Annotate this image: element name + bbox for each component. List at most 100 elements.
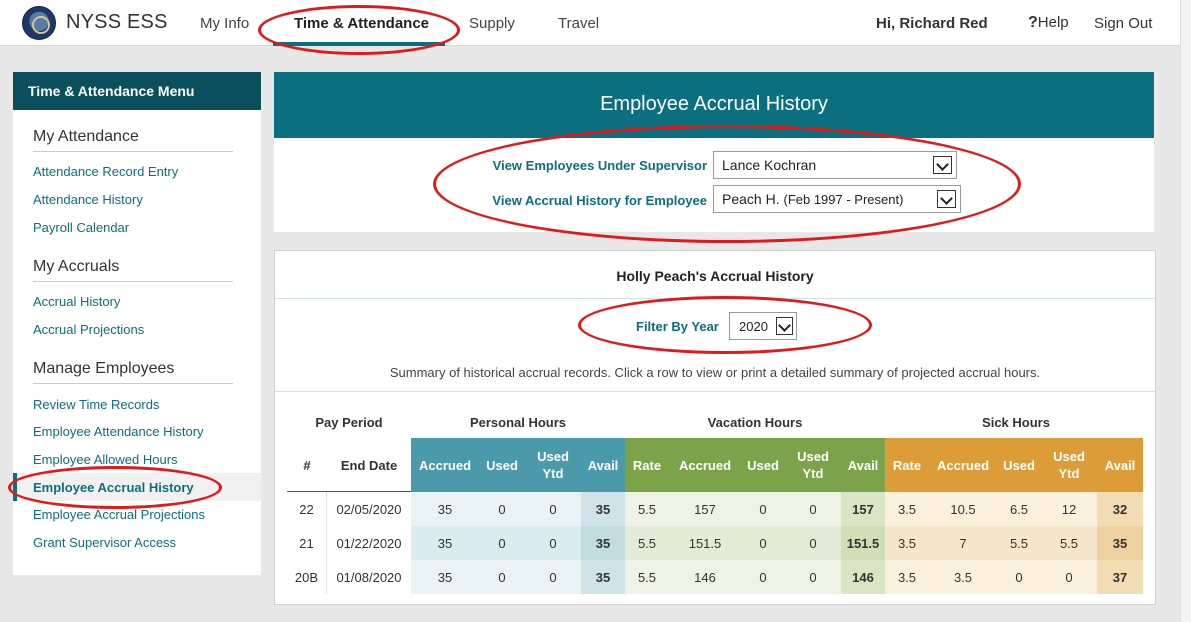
cell-personal-avail: 35 bbox=[581, 560, 625, 594]
supervisor-select[interactable]: Lance Kochran bbox=[713, 151, 957, 179]
nav-travel[interactable]: Travel bbox=[558, 15, 599, 32]
top-navigation-bar: NYSS ESS My Info Time & Attendance Suppl… bbox=[0, 0, 1191, 46]
cell-number: 21 bbox=[287, 526, 327, 560]
cell-sick-accrued: 3.5 bbox=[929, 560, 997, 594]
column-header-end-date: End Date bbox=[327, 438, 411, 492]
chevron-down-icon bbox=[937, 190, 956, 208]
sidebar-item-attendance-record-entry[interactable]: Attendance Record Entry bbox=[33, 164, 178, 179]
cell-personal-avail: 35 bbox=[581, 492, 625, 526]
group-header-pay-period: Pay Period bbox=[315, 415, 383, 430]
cell-sick-rate: 3.5 bbox=[885, 526, 929, 560]
cell-vacation-used-ytd: 0 bbox=[785, 560, 841, 594]
cell-number: 20B bbox=[287, 560, 327, 594]
chevron-down-icon bbox=[933, 156, 952, 174]
cell-personal-used-ytd: 0 bbox=[525, 492, 581, 526]
table-row[interactable]: 21 01/22/2020 35 0 0 35 5.5 151.5 0 0 151.5 3.5 7 5.5… bbox=[287, 526, 1143, 560]
cell-vacation-accrued: 157 bbox=[669, 492, 741, 526]
cell-personal-used: 0 bbox=[479, 492, 525, 526]
cell-sick-used: 0 bbox=[997, 560, 1041, 594]
sidebar-item-grant-supervisor-access[interactable]: Grant Supervisor Access bbox=[33, 535, 176, 550]
cell-end-date: 01/08/2020 bbox=[327, 560, 411, 594]
column-header-vacation-used-ytd: Used Ytd bbox=[785, 438, 841, 492]
chevron-down-icon bbox=[776, 317, 793, 335]
employee-date-range: (Feb 1997 - Present) bbox=[783, 192, 904, 207]
cell-vacation-rate: 5.5 bbox=[625, 526, 669, 560]
filter-year-label: Filter By Year bbox=[636, 319, 719, 334]
group-header-personal: Personal Hours bbox=[469, 415, 567, 430]
sidebar-menu: Time & Attendance Menu My Attendance Att… bbox=[13, 72, 261, 575]
section-divider bbox=[33, 151, 233, 152]
column-header-vacation-avail: Avail bbox=[841, 438, 885, 492]
column-header-personal-accrued: Accrued bbox=[411, 438, 479, 492]
cell-vacation-avail: 146 bbox=[841, 560, 885, 594]
sidebar-item-accrual-projections[interactable]: Accrual Projections bbox=[33, 322, 144, 337]
table-row[interactable]: 20B 01/08/2020 35 0 0 35 5.5 146 0 0 146 3.5 3.5 0 0 37 bbox=[287, 560, 1143, 594]
cell-sick-avail: 37 bbox=[1097, 560, 1143, 594]
help-label: Help bbox=[1037, 14, 1069, 31]
sidebar-item-review-time-records[interactable]: Review Time Records bbox=[33, 397, 159, 412]
cell-number: 22 bbox=[287, 492, 327, 526]
cell-sick-rate: 3.5 bbox=[885, 492, 929, 526]
sidebar-item-employee-attendance-history[interactable]: Employee Attendance History bbox=[33, 424, 204, 439]
cell-vacation-used-ytd: 0 bbox=[785, 526, 841, 560]
cell-sick-used: 6.5 bbox=[997, 492, 1041, 526]
cell-sick-rate: 3.5 bbox=[885, 560, 929, 594]
column-header-sick-accrued: Accrued bbox=[929, 438, 997, 492]
column-header-sick-avail: Avail bbox=[1097, 438, 1143, 492]
section-my-accruals: My Accruals bbox=[33, 258, 120, 275]
cell-personal-used-ytd: 0 bbox=[525, 560, 581, 594]
column-header-personal-used: Used bbox=[479, 438, 525, 492]
nav-my-info[interactable]: My Info bbox=[200, 15, 249, 32]
cell-vacation-used: 0 bbox=[741, 492, 785, 526]
group-header-vacation: Vacation Hours bbox=[707, 415, 803, 430]
cell-sick-accrued: 10.5 bbox=[929, 492, 997, 526]
table-row[interactable]: 22 02/05/2020 35 0 0 35 5.5 157 0 0 157 3.5 10.5 6.5 1… bbox=[287, 492, 1143, 526]
accrual-history-panel: Holly Peach's Accrual History Filter By … bbox=[274, 250, 1156, 605]
sidebar-item-employee-allowed-hours[interactable]: Employee Allowed Hours bbox=[33, 452, 178, 467]
cell-vacation-avail: 151.5 bbox=[841, 526, 885, 560]
year-select-value: 2020 bbox=[739, 319, 768, 334]
cell-vacation-used-ytd: 0 bbox=[785, 492, 841, 526]
sidebar-item-accrual-history[interactable]: Accrual History bbox=[33, 294, 120, 309]
cell-vacation-used: 0 bbox=[741, 560, 785, 594]
cell-sick-accrued: 7 bbox=[929, 526, 997, 560]
supervisor-label: View Employees Under Supervisor bbox=[492, 158, 707, 173]
sidebar-item-payroll-calendar[interactable]: Payroll Calendar bbox=[33, 220, 129, 235]
window-scrollbar[interactable] bbox=[1180, 0, 1191, 622]
cell-sick-used-ytd: 5.5 bbox=[1041, 526, 1097, 560]
sidebar-item-attendance-history[interactable]: Attendance History bbox=[33, 192, 143, 207]
column-header-sick-used-ytd: Used Ytd bbox=[1041, 438, 1097, 492]
column-header-vacation-used: Used bbox=[741, 438, 785, 492]
nav-supply[interactable]: Supply bbox=[469, 15, 515, 32]
summary-text: Summary of historical accrual records. C… bbox=[389, 365, 1041, 380]
sign-out-link[interactable]: Sign Out bbox=[1094, 15, 1152, 32]
cell-vacation-rate: 5.5 bbox=[625, 560, 669, 594]
year-select[interactable]: 2020 bbox=[729, 312, 797, 340]
help-link[interactable]: ?Help bbox=[1028, 14, 1069, 32]
section-divider bbox=[33, 281, 233, 282]
cell-personal-accrued: 35 bbox=[411, 492, 479, 526]
cell-sick-used-ytd: 0 bbox=[1041, 560, 1097, 594]
nav-time-attendance[interactable]: Time & Attendance bbox=[294, 15, 429, 32]
column-header-vacation-accrued: Accrued bbox=[669, 438, 741, 492]
cell-personal-used: 0 bbox=[479, 526, 525, 560]
app-brand: NYSS ESS bbox=[66, 11, 168, 33]
question-mark-icon: ? bbox=[1028, 14, 1038, 31]
sidebar-item-employee-accrual-history[interactable]: Employee Accrual History bbox=[33, 480, 194, 495]
panel-divider bbox=[275, 298, 1155, 299]
employee-select[interactable]: Peach H. (Feb 1997 - Present) bbox=[713, 185, 961, 213]
cell-end-date: 02/05/2020 bbox=[327, 492, 411, 526]
cell-vacation-rate: 5.5 bbox=[625, 492, 669, 526]
column-header-personal-avail: Avail bbox=[581, 438, 625, 492]
column-header-sick-rate: Rate bbox=[885, 438, 929, 492]
employee-select-value: Peach H. bbox=[722, 191, 780, 207]
cell-sick-used: 5.5 bbox=[997, 526, 1041, 560]
cell-personal-used: 0 bbox=[479, 560, 525, 594]
column-header-vacation-rate: Rate bbox=[625, 438, 669, 492]
sidebar-item-employee-accrual-projections[interactable]: Employee Accrual Projections bbox=[33, 507, 205, 522]
column-header-number: # bbox=[287, 438, 327, 492]
cell-vacation-accrued: 151.5 bbox=[669, 526, 741, 560]
column-header-personal-used-ytd: Used Ytd bbox=[525, 438, 581, 492]
column-header-sick-used: Used bbox=[997, 438, 1041, 492]
supervisor-select-value: Lance Kochran bbox=[722, 157, 817, 173]
